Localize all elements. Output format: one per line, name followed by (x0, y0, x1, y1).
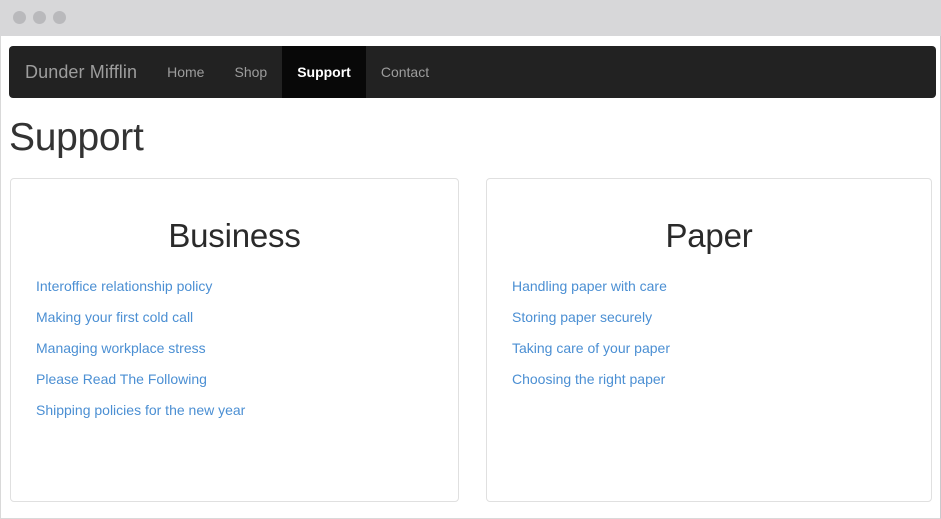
nav-item-shop[interactable]: Shop (219, 46, 282, 98)
nav-item-home[interactable]: Home (152, 46, 219, 98)
panel-paper: Paper Handling paper with care Storing p… (486, 178, 932, 502)
page-viewport: Dunder Mifflin Home Shop Support Contact… (0, 36, 941, 519)
support-link-taking-care-of-your-paper[interactable]: Taking care of your paper (512, 340, 670, 356)
maximize-dot-icon[interactable] (53, 11, 66, 24)
close-dot-icon[interactable] (13, 11, 26, 24)
support-link-storing-paper-securely[interactable]: Storing paper securely (512, 309, 652, 325)
window-title-bar (0, 0, 941, 36)
minimize-dot-icon[interactable] (33, 11, 46, 24)
brand-logo[interactable]: Dunder Mifflin (9, 46, 152, 98)
browser-window: Dunder Mifflin Home Shop Support Contact… (0, 0, 941, 519)
panel-business-title: Business (168, 217, 301, 254)
list-item: Please Read The Following (36, 370, 458, 389)
support-link-choosing-the-right-paper[interactable]: Choosing the right paper (512, 371, 665, 387)
list-item: Managing workplace stress (36, 339, 458, 358)
list-item: Shipping policies for the new year (36, 401, 458, 420)
nav-item-support[interactable]: Support (282, 46, 366, 98)
nav-item-contact[interactable]: Contact (366, 46, 444, 98)
support-link-handling-paper-with-care[interactable]: Handling paper with care (512, 278, 667, 294)
panel-paper-title: Paper (665, 217, 753, 254)
panel-business-link-list: Interoffice relationship policy Making y… (11, 255, 458, 420)
support-link-please-read-the-following[interactable]: Please Read The Following (36, 371, 207, 387)
list-item: Interoffice relationship policy (36, 277, 458, 296)
support-link-interoffice-relationship-policy[interactable]: Interoffice relationship policy (36, 278, 212, 294)
panel-business: Business Interoffice relationship policy… (10, 178, 459, 502)
support-link-managing-workplace-stress[interactable]: Managing workplace stress (36, 340, 206, 356)
main-navbar: Dunder Mifflin Home Shop Support Contact (9, 46, 936, 98)
support-link-shipping-policies-for-the-new-year[interactable]: Shipping policies for the new year (36, 402, 245, 418)
page-title: Support (9, 116, 144, 159)
list-item: Handling paper with care (512, 277, 931, 296)
list-item: Taking care of your paper (512, 339, 931, 358)
list-item: Storing paper securely (512, 308, 931, 327)
support-link-making-your-first-cold-call[interactable]: Making your first cold call (36, 309, 193, 325)
panel-paper-link-list: Handling paper with care Storing paper s… (487, 255, 931, 389)
list-item: Choosing the right paper (512, 370, 931, 389)
list-item: Making your first cold call (36, 308, 458, 327)
